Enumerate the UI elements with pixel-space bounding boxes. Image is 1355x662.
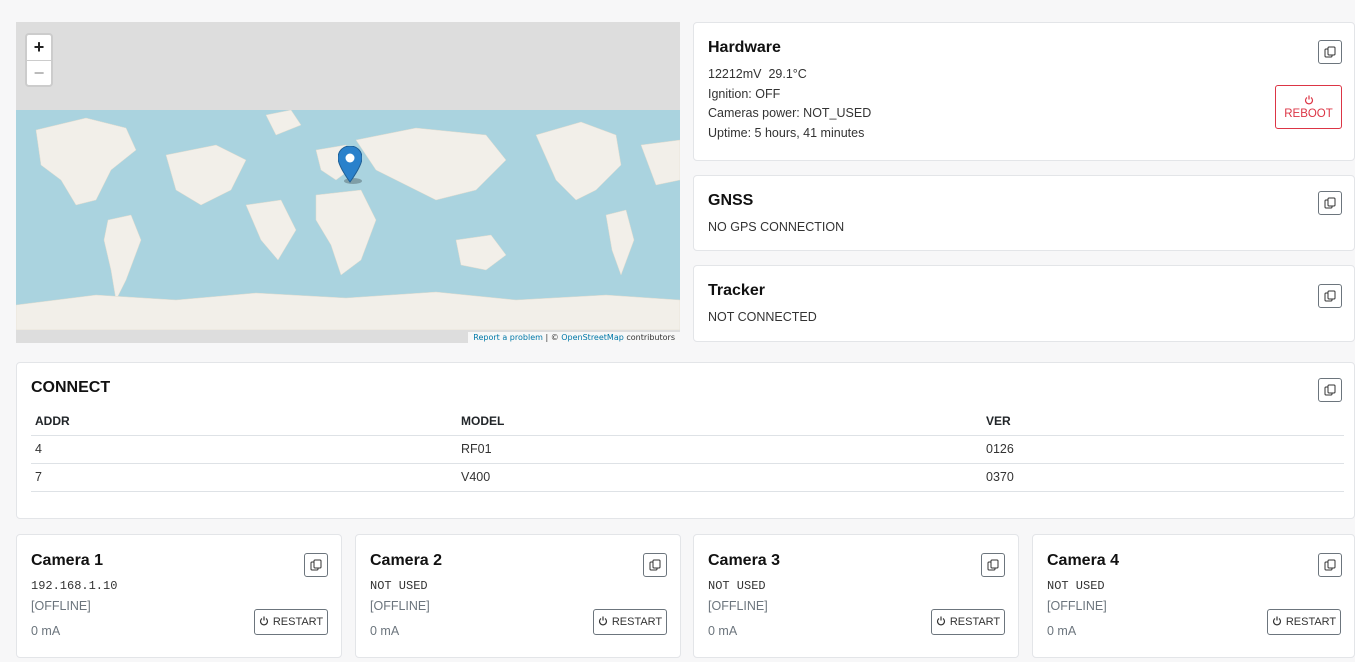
uptime: Uptime: 5 hours, 41 minutes xyxy=(708,125,865,140)
camera-address: 192.168.1.10 xyxy=(31,579,118,593)
camera-title: Camera 1 xyxy=(31,552,104,569)
copy-icon[interactable] xyxy=(1318,40,1342,64)
connect-card: CONNECT ADDR MODEL VER 4 RF01 0126 7 V40… xyxy=(16,362,1355,519)
ignition-status: Ignition: OFF xyxy=(708,86,781,101)
gnss-title: GNSS xyxy=(708,192,754,209)
camera-address: NOT USED xyxy=(1047,579,1105,593)
ver-cell: 0126 xyxy=(982,435,1344,464)
tracker-title: Tracker xyxy=(708,282,765,299)
ver-cell: 0370 xyxy=(982,463,1344,492)
camera-address: NOT USED xyxy=(370,579,428,593)
map-ocean xyxy=(16,109,680,331)
addr-cell: 4 xyxy=(31,435,457,464)
copy-icon[interactable] xyxy=(981,553,1005,577)
osm-link[interactable]: OpenStreetMap xyxy=(561,333,624,342)
camera-status: [OFFLINE] xyxy=(708,599,768,613)
reboot-label: REBOOT xyxy=(1284,107,1333,120)
restart-button[interactable]: RESTART xyxy=(254,609,328,635)
model-cell: V400 xyxy=(457,463,982,492)
table-header-row: ADDR MODEL VER xyxy=(31,407,1344,436)
camera-current: 0 mA xyxy=(370,624,400,638)
map[interactable]: + − Report a problem | © OpenStreetMap c… xyxy=(16,22,680,343)
copy-icon[interactable] xyxy=(1318,284,1342,308)
copy-icon[interactable] xyxy=(304,553,328,577)
column-header-model: MODEL xyxy=(457,407,982,436)
report-problem-link[interactable]: Report a problem xyxy=(473,333,543,342)
camera-title: Camera 2 xyxy=(370,552,443,569)
camera-status: [OFFLINE] xyxy=(370,599,430,613)
gnss-card: GNSS NO GPS CONNECTION xyxy=(693,175,1355,251)
column-header-ver: VER xyxy=(982,407,1344,436)
zoom-in-button[interactable]: + xyxy=(27,35,51,60)
zoom-control: + − xyxy=(25,33,53,87)
restart-label: RESTART xyxy=(272,616,324,628)
addr-cell: 7 xyxy=(31,463,457,492)
camera-status: [OFFLINE] xyxy=(1047,599,1107,613)
world-map-land xyxy=(16,109,680,331)
attribution-separator: | © xyxy=(542,333,562,342)
reboot-button[interactable]: REBOOT xyxy=(1275,85,1342,129)
copy-icon[interactable] xyxy=(643,553,667,577)
restart-label: RESTART xyxy=(949,616,1001,628)
camera-current: 0 mA xyxy=(31,624,61,638)
table-row: 4 RF01 0126 xyxy=(31,435,1344,464)
copy-icon[interactable] xyxy=(1318,191,1342,215)
model-cell: RF01 xyxy=(457,435,982,464)
power-icon xyxy=(598,616,608,629)
voltage-temperature: 12212mV 29.1°C xyxy=(708,67,807,81)
power-icon xyxy=(1272,616,1282,629)
power-icon xyxy=(259,616,269,629)
copy-icon[interactable] xyxy=(1318,553,1342,577)
camera-current: 0 mA xyxy=(1047,624,1077,638)
gnss-status: NO GPS CONNECTION xyxy=(708,220,845,234)
copy-icon[interactable] xyxy=(1318,378,1342,402)
restart-label: RESTART xyxy=(1285,616,1337,628)
camera-address: NOT USED xyxy=(708,579,766,593)
power-icon xyxy=(1304,95,1314,108)
camera-card-1: Camera 1 192.168.1.10 [OFFLINE] 0 mA RES… xyxy=(16,534,342,658)
restart-button[interactable]: RESTART xyxy=(593,609,667,635)
camera-card-2: Camera 2 NOT USED [OFFLINE] 0 mA RESTART xyxy=(355,534,681,658)
camera-card-3: Camera 3 NOT USED [OFFLINE] 0 mA RESTART xyxy=(693,534,1019,658)
hardware-card: Hardware 12212mV 29.1°C Ignition: OFF Ca… xyxy=(693,22,1355,161)
map-attribution: Report a problem | © OpenStreetMap contr… xyxy=(468,332,680,343)
table-row: 7 V400 0370 xyxy=(31,463,1344,492)
column-header-addr: ADDR xyxy=(31,407,457,436)
attribution-contributors: contributors xyxy=(623,333,675,342)
tracker-card: Tracker NOT CONNECTED xyxy=(693,265,1355,342)
camera-title: Camera 4 xyxy=(1047,552,1120,569)
cameras-power-status: Cameras power: NOT_USED xyxy=(708,106,872,120)
zoom-out-button[interactable]: − xyxy=(27,60,51,85)
camera-status: [OFFLINE] xyxy=(31,599,91,613)
restart-button[interactable]: RESTART xyxy=(931,609,1005,635)
connect-table: ADDR MODEL VER 4 RF01 0126 7 V400 0370 xyxy=(31,407,1344,492)
tracker-status: NOT CONNECTED xyxy=(708,310,817,324)
restart-label: RESTART xyxy=(611,616,663,628)
restart-button[interactable]: RESTART xyxy=(1267,609,1341,635)
power-icon xyxy=(936,616,946,629)
hardware-title: Hardware xyxy=(708,39,781,56)
camera-title: Camera 3 xyxy=(708,552,781,569)
connect-title: CONNECT xyxy=(31,379,111,396)
camera-card-4: Camera 4 NOT USED [OFFLINE] 0 mA RESTART xyxy=(1032,534,1355,658)
map-marker-icon[interactable] xyxy=(337,145,363,189)
camera-current: 0 mA xyxy=(708,624,738,638)
